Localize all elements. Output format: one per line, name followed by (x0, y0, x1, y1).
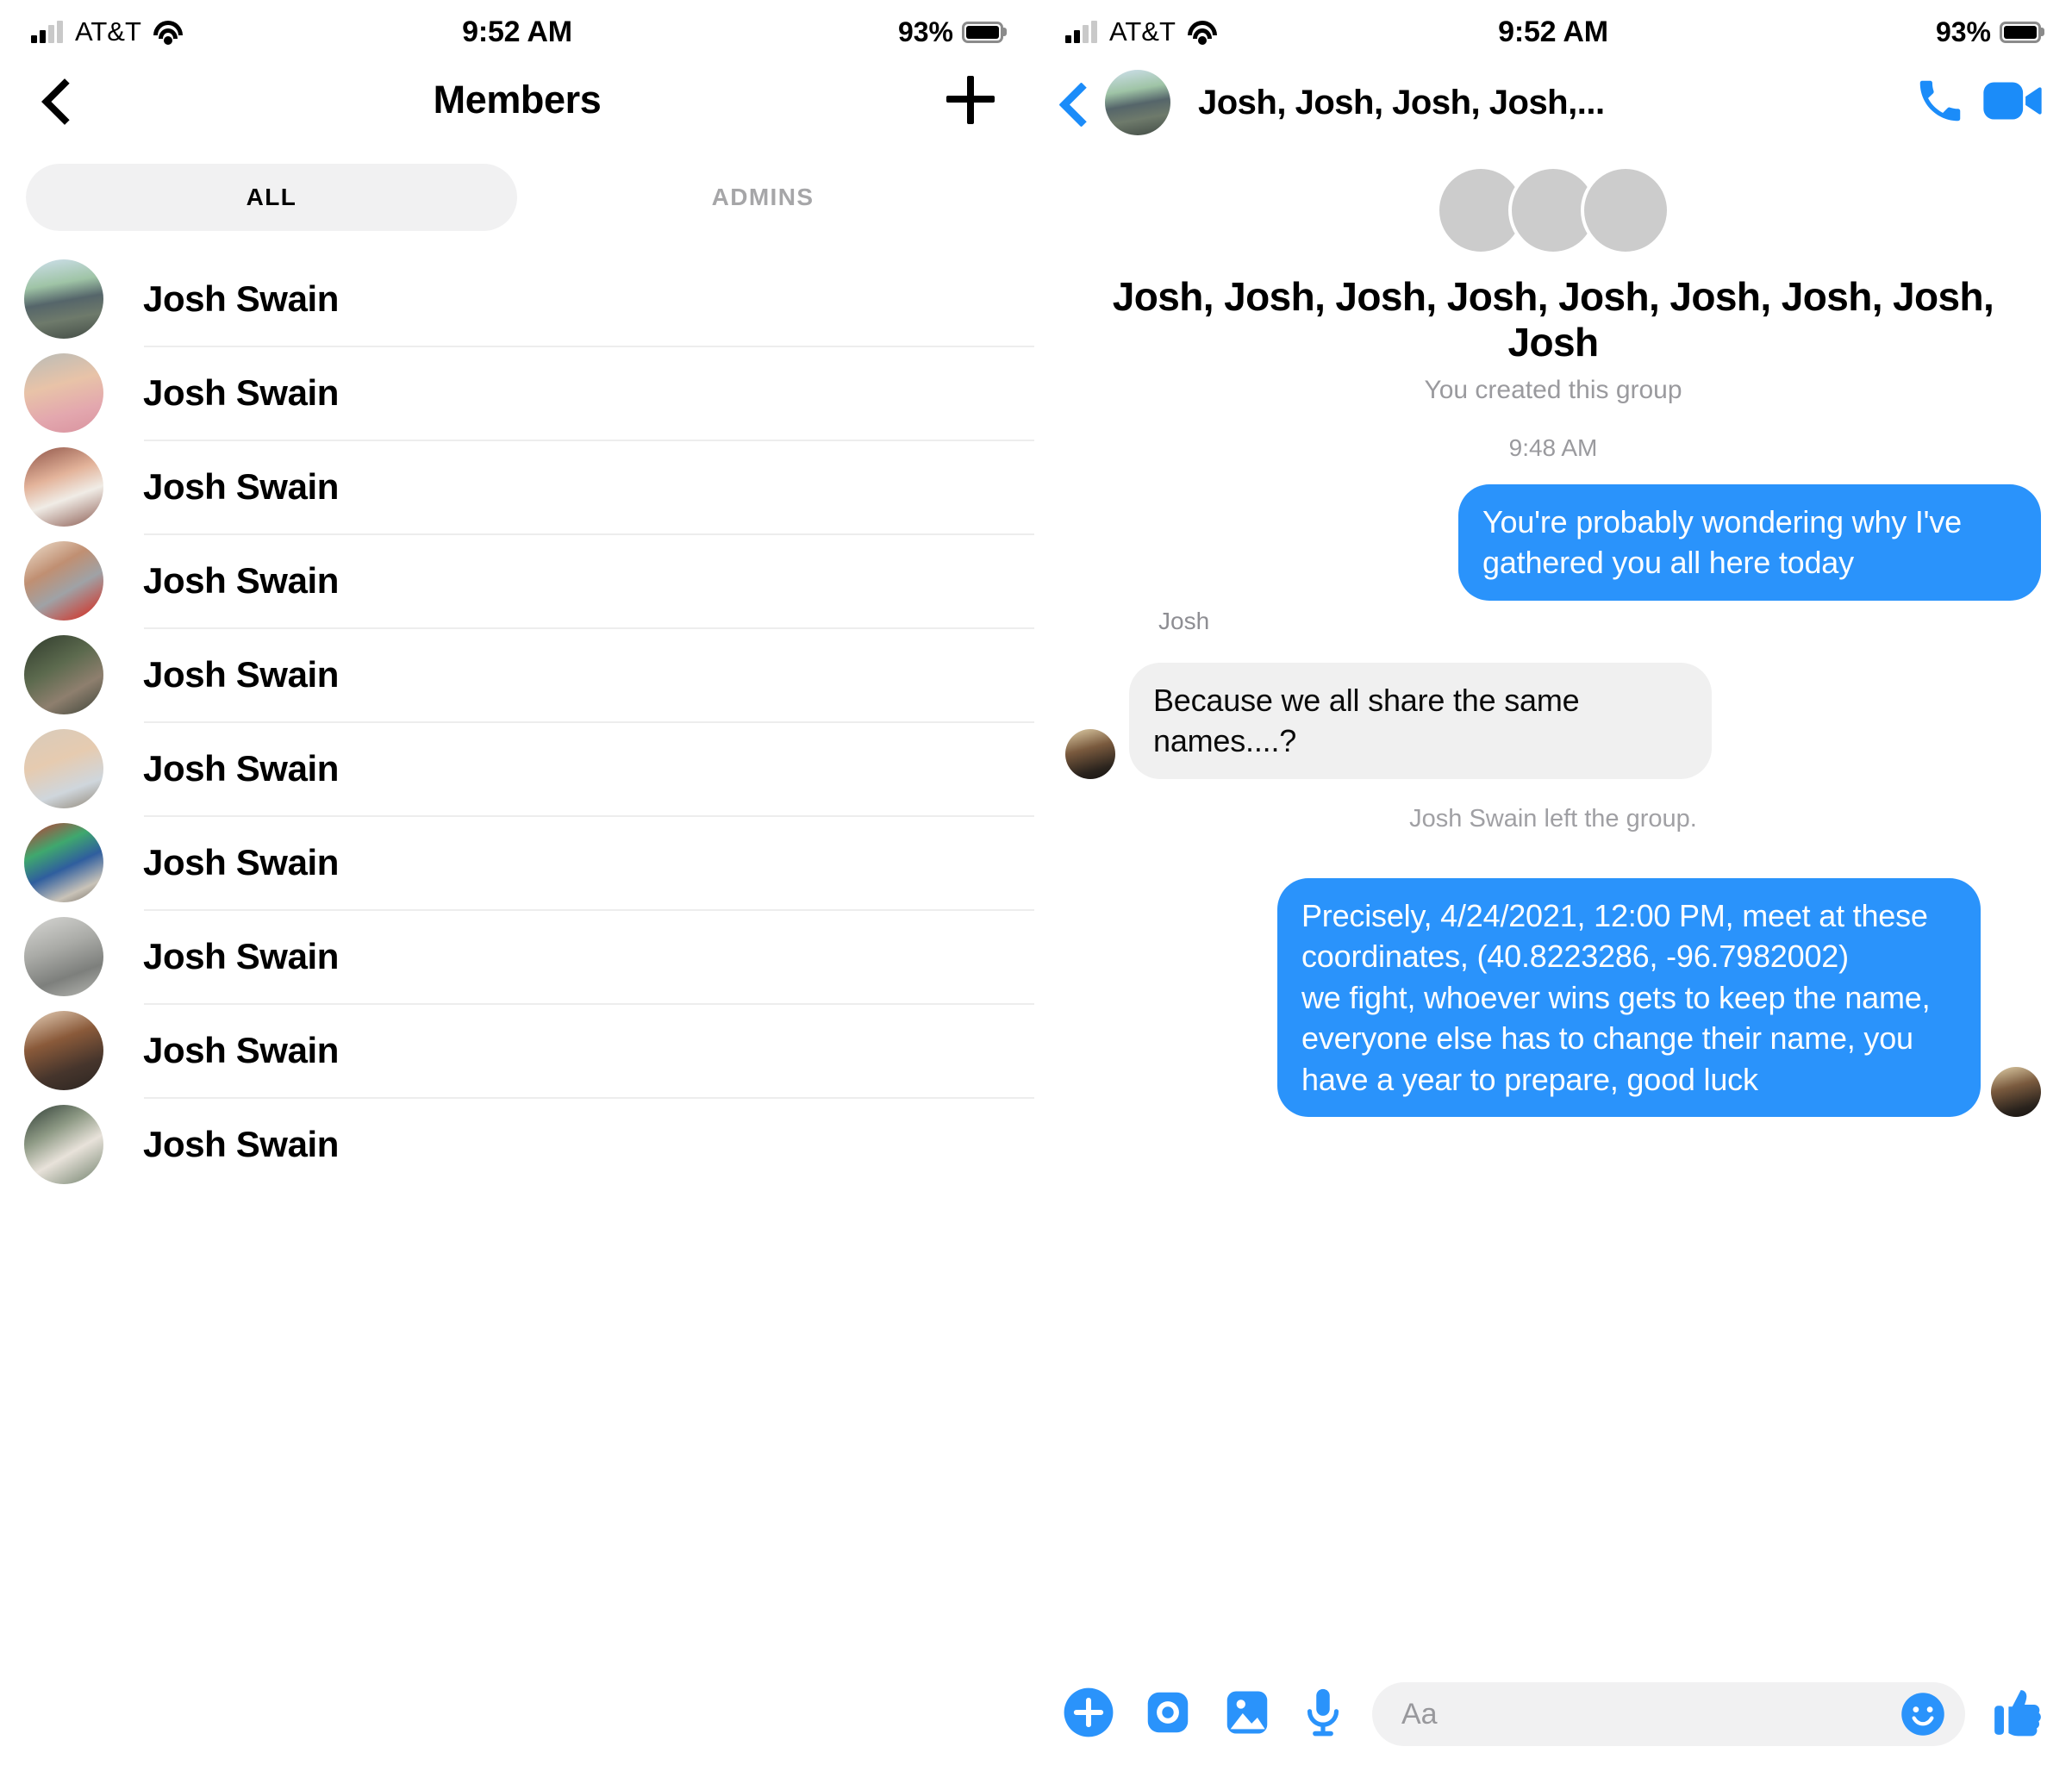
back-chevron-icon[interactable] (40, 82, 76, 118)
status-left-group: AT&T (1065, 16, 1217, 47)
message-row-outgoing: You're probably wondering why I've gathe… (1065, 483, 2041, 601)
cellular-signal-icon (31, 21, 63, 43)
avatar (24, 916, 103, 996)
message-input[interactable]: Aa (1372, 1682, 1965, 1746)
avatar (24, 352, 103, 433)
members-navbar: Members (0, 52, 1034, 148)
member-row[interactable]: Josh Swain (0, 815, 1034, 909)
message-row-incoming: Because we all share the same names....? (1065, 662, 2041, 779)
members-screen: AT&T 9:52 AM 93% Members ALL ADMINS Josh… (0, 0, 1034, 1765)
member-row[interactable]: Josh Swain (0, 533, 1034, 627)
video-call-icon[interactable] (1982, 74, 2043, 132)
member-name: Josh Swain (143, 1029, 340, 1070)
carrier-label: AT&T (1109, 16, 1176, 47)
microphone-icon[interactable] (1300, 1686, 1346, 1743)
group-avatar-3 (1581, 165, 1670, 255)
members-tab-bar: ALL ADMINS (26, 164, 1008, 231)
message-sender-label: Josh (1158, 607, 1210, 634)
avatar (24, 822, 103, 902)
avatar (24, 1104, 103, 1184)
avatar (24, 259, 103, 339)
member-list: Josh Swain Josh Swain Josh Swain Josh Sw… (0, 252, 1034, 1191)
page-title: Members (433, 78, 602, 122)
status-right-group: 93% (898, 16, 1003, 48)
member-row[interactable]: Josh Swain (0, 1097, 1034, 1191)
status-bar-right: AT&T 9:52 AM 93% (1034, 0, 2072, 52)
message-bubble-outgoing[interactable]: You're probably wondering why I've gathe… (1458, 483, 2041, 601)
status-bar-left: AT&T 9:52 AM 93% (0, 0, 1034, 52)
member-row[interactable]: Josh Swain (0, 440, 1034, 533)
member-row[interactable]: Josh Swain (0, 346, 1034, 440)
dual-phone-screenshot: AT&T 9:52 AM 93% Members ALL ADMINS Josh… (0, 0, 2072, 1765)
system-message: Josh Swain left the group. (1409, 804, 1697, 833)
avatar (24, 540, 103, 621)
thumbs-up-icon[interactable] (1991, 1686, 2044, 1743)
plus-icon[interactable] (1062, 1686, 1115, 1743)
member-name: Josh Swain (143, 747, 340, 789)
member-name: Josh Swain (143, 653, 340, 695)
wifi-icon (153, 21, 183, 45)
status-left-group: AT&T (31, 16, 183, 47)
message-thread[interactable]: Josh, Josh, Josh, Josh, Josh, Josh, Josh… (1034, 153, 2072, 1663)
member-row[interactable]: Josh Swain (0, 627, 1034, 721)
avatar (24, 446, 103, 527)
member-row[interactable]: Josh Swain (0, 252, 1034, 346)
chat-navbar: Josh, Josh, Josh, Josh,... (1034, 52, 2072, 153)
message-read-receipt-avatar (1991, 1067, 2041, 1118)
conversation-avatar[interactable] (1105, 70, 1170, 135)
battery-icon (2000, 21, 2041, 43)
member-name: Josh Swain (143, 371, 340, 413)
conversation-title[interactable]: Josh, Josh, Josh, Josh,... (1186, 84, 1898, 122)
message-input-placeholder: Aa (1401, 1697, 1438, 1731)
cellular-signal-icon (1065, 21, 1097, 43)
message-row-outgoing: Precisely, 4/24/2021, 12:00 PM, meet at … (1065, 877, 2041, 1118)
chat-screen: AT&T 9:52 AM 93% Josh, Josh, Josh, Josh,… (1034, 0, 2072, 1765)
photo-gallery-icon[interactable] (1220, 1686, 1274, 1743)
carrier-label: AT&T (75, 16, 141, 47)
add-member-plus-icon[interactable] (946, 76, 995, 124)
tab-all[interactable]: ALL (26, 164, 517, 231)
message-bubble-incoming[interactable]: Because we all share the same names....? (1129, 662, 1712, 779)
avatar (24, 728, 103, 808)
member-name: Josh Swain (143, 1123, 340, 1164)
avatar (24, 1010, 103, 1090)
message-bubble-outgoing[interactable]: Precisely, 4/24/2021, 12:00 PM, meet at … (1277, 877, 1981, 1118)
emoji-icon[interactable] (1900, 1691, 1946, 1737)
group-avatar-cluster[interactable] (1065, 165, 2041, 255)
member-name: Josh Swain (143, 559, 340, 601)
status-right-group: 93% (1936, 16, 2041, 48)
phone-call-icon[interactable] (1913, 74, 1967, 132)
thread-timestamp: 9:48 AM (1508, 433, 1598, 461)
member-row[interactable]: Josh Swain (0, 909, 1034, 1003)
member-row[interactable]: Josh Swain (0, 1003, 1034, 1097)
member-name: Josh Swain (143, 278, 340, 319)
member-name: Josh Swain (143, 935, 340, 976)
member-row[interactable]: Josh Swain (0, 721, 1034, 815)
group-created-subtitle: You created this group (1424, 375, 1682, 404)
camera-icon[interactable] (1141, 1686, 1195, 1743)
battery-icon (962, 21, 1003, 43)
battery-percent-label: 93% (897, 16, 953, 47)
avatar (24, 634, 103, 714)
battery-percent-label: 93% (1935, 16, 1991, 47)
message-composer: Aa (1034, 1663, 2072, 1765)
member-name: Josh Swain (143, 465, 340, 507)
member-name: Josh Swain (143, 841, 340, 882)
tab-admins[interactable]: ADMINS (517, 164, 1008, 231)
message-avatar (1065, 728, 1115, 779)
back-chevron-icon[interactable] (1058, 84, 1089, 122)
wifi-icon (1187, 21, 1217, 45)
group-name-heading: Josh, Josh, Josh, Josh, Josh, Josh, Josh… (1112, 274, 1994, 365)
